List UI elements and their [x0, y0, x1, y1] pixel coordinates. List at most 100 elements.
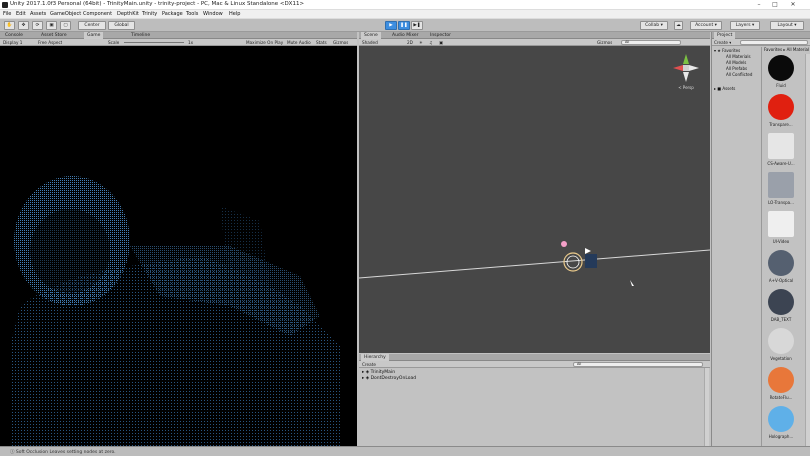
- account-dropdown[interactable]: Account ▾: [690, 21, 722, 30]
- game-view[interactable]: [0, 46, 357, 446]
- status-message: ⓘ Soft Occlusion Leaves setting nodes at…: [10, 450, 116, 455]
- asset-item[interactable]: RotateFlu...: [765, 367, 797, 400]
- audio-toggle-icon[interactable]: ♫: [429, 39, 433, 46]
- scene-search-input[interactable]: All: [621, 40, 681, 45]
- tab-inspector[interactable]: Inspector: [427, 32, 454, 39]
- material-thumbnail: [768, 211, 794, 237]
- scale-tool-button[interactable]: ▣: [46, 21, 57, 30]
- aspect-dropdown[interactable]: Free Aspect: [38, 39, 62, 46]
- hierarchy-search-input[interactable]: All: [573, 362, 703, 367]
- mute-audio-toggle[interactable]: Mute Audio: [287, 39, 311, 46]
- maximize-on-play-toggle[interactable]: Maximize On Play: [246, 39, 283, 46]
- tab-timeline[interactable]: Timeline: [128, 32, 153, 39]
- asset-label: Vegetation: [770, 356, 792, 361]
- shading-mode-dropdown[interactable]: Shaded: [362, 39, 378, 46]
- tab-audio-mixer[interactable]: Audio Mixer: [389, 32, 422, 39]
- tree-assets[interactable]: ▸ ■ Assets: [714, 86, 762, 92]
- scene-view[interactable]: < Persp: [359, 46, 710, 353]
- scale-slider[interactable]: [124, 42, 184, 43]
- tree-all-conflicted[interactable]: All Conflicted: [726, 72, 762, 78]
- orientation-gizmo-icon[interactable]: < Persp: [671, 52, 701, 92]
- space-toggle-button[interactable]: Global: [108, 21, 135, 30]
- asset-label: DAB_TEXT: [770, 317, 792, 322]
- asset-item[interactable]: Fluid: [765, 55, 797, 88]
- project-create-button[interactable]: Create ▾: [714, 39, 731, 46]
- step-button[interactable]: ▶❚: [411, 21, 423, 30]
- material-thumbnail: [768, 367, 794, 393]
- menu-gameobject[interactable]: GameObject: [50, 11, 81, 17]
- breadcrumb-all-material[interactable]: All Material: [787, 47, 809, 52]
- play-button[interactable]: ▶: [385, 21, 397, 30]
- pivot-toggle-button[interactable]: Center: [78, 21, 106, 30]
- menu-bar: File Edit Assets GameObject Component De…: [0, 10, 810, 19]
- stats-toggle[interactable]: Stats: [316, 39, 327, 46]
- pause-button[interactable]: ❚❚: [398, 21, 410, 30]
- menu-component[interactable]: Component: [83, 11, 112, 17]
- breadcrumb-favorites[interactable]: Favorites: [764, 47, 782, 52]
- layout-dropdown[interactable]: Layout ▾: [770, 21, 804, 30]
- collab-button[interactable]: Collab ▾: [640, 21, 668, 30]
- asset-item[interactable]: Vegetation: [765, 328, 797, 361]
- hierarchy-scrollbar[interactable]: [704, 368, 709, 446]
- asset-item[interactable]: LO-Transpa...: [765, 172, 797, 205]
- cloud-icon[interactable]: ☁: [674, 21, 683, 30]
- 2d-toggle[interactable]: 2D: [407, 39, 413, 46]
- asset-label: RotateFlu...: [769, 395, 793, 400]
- scene-viewport-canvas: [359, 241, 710, 286]
- rect-tool-button[interactable]: ▢: [60, 21, 71, 30]
- tab-scene[interactable]: Scene: [361, 32, 381, 39]
- asset-item[interactable]: CS-Aware-U...: [765, 133, 797, 166]
- tab-game[interactable]: Game: [84, 32, 104, 39]
- move-tool-button[interactable]: ✥: [18, 21, 29, 30]
- main-toolbar: ✋ ✥ ⟳ ▣ ▢ Center Global ▶ ❚❚ ▶❚ Collab ▾…: [0, 19, 810, 32]
- asset-label: Holograph...: [768, 434, 794, 439]
- asset-item[interactable]: Transpare...: [765, 94, 797, 127]
- tab-project[interactable]: Project: [714, 32, 736, 39]
- scene-view-toolbar: Shaded 2D ☀ ♫ ▣ Gizmos All: [359, 39, 710, 46]
- display-dropdown[interactable]: Display 1: [3, 39, 22, 46]
- perspective-label[interactable]: < Persp: [671, 85, 701, 90]
- gizmos-dropdown[interactable]: Gizmos: [333, 39, 348, 46]
- tab-hierarchy[interactable]: Hierarchy: [361, 354, 389, 361]
- material-thumbnail: [768, 55, 794, 81]
- minimize-button[interactable]: –: [752, 0, 766, 10]
- asset-label: CS-Aware-U...: [767, 161, 795, 166]
- window-title-bar: Unity 2017.1.0f3 Personal (64bit) - Trin…: [0, 0, 810, 10]
- effects-toggle-icon[interactable]: ▣: [439, 39, 443, 46]
- asset-item[interactable]: DAB_TEXT: [765, 289, 797, 322]
- tab-console[interactable]: Console: [2, 32, 26, 39]
- menu-assets[interactable]: Assets: [30, 11, 46, 17]
- menu-depthkit[interactable]: DepthKit: [117, 11, 139, 17]
- project-scrollbar[interactable]: [805, 54, 810, 446]
- layers-dropdown[interactable]: Layers ▾: [730, 21, 760, 30]
- asset-label: A+V-Optical: [768, 278, 794, 283]
- hierarchy-panel: Hierarchy Create All ▸ ◈ TrinityMain ▸ ◈…: [359, 354, 710, 446]
- scene-gizmos-dropdown[interactable]: Gizmos: [597, 39, 612, 46]
- menu-window[interactable]: Window: [203, 11, 223, 17]
- menu-trinity[interactable]: Trinity: [142, 11, 157, 17]
- rotate-tool-button[interactable]: ⟳: [32, 21, 43, 30]
- hierarchy-row-dontdestroyonload[interactable]: ▸ ◈ DontDestroyOnLoad: [359, 376, 710, 382]
- menu-tools[interactable]: Tools: [186, 11, 198, 17]
- menu-package[interactable]: Package: [162, 11, 183, 17]
- hand-tool-button[interactable]: ✋: [4, 21, 15, 30]
- maximize-button[interactable]: □: [768, 0, 782, 10]
- material-thumbnail: [768, 406, 794, 432]
- project-search-input[interactable]: [740, 40, 808, 45]
- asset-item[interactable]: UI-Video: [765, 211, 797, 244]
- hierarchy-create-button[interactable]: Create: [362, 361, 376, 368]
- project-breadcrumb: Favorites ▸ All Material: [764, 47, 810, 52]
- scale-value: 1x: [188, 40, 194, 45]
- material-thumbnail: [768, 94, 794, 120]
- menu-help[interactable]: Help: [229, 11, 240, 17]
- asset-label: LO-Transpa...: [768, 200, 794, 205]
- tab-asset-store[interactable]: Asset Store: [38, 32, 70, 39]
- asset-item[interactable]: A+V-Optical: [765, 250, 797, 283]
- menu-edit[interactable]: Edit: [16, 11, 26, 17]
- menu-file[interactable]: File: [3, 11, 11, 17]
- asset-label: Transpare...: [769, 122, 793, 127]
- lighting-toggle-icon[interactable]: ☀: [419, 39, 423, 46]
- asset-item[interactable]: Holograph...: [765, 406, 797, 439]
- scale-label: Scale: [108, 40, 120, 45]
- close-window-button[interactable]: ✕: [786, 0, 800, 10]
